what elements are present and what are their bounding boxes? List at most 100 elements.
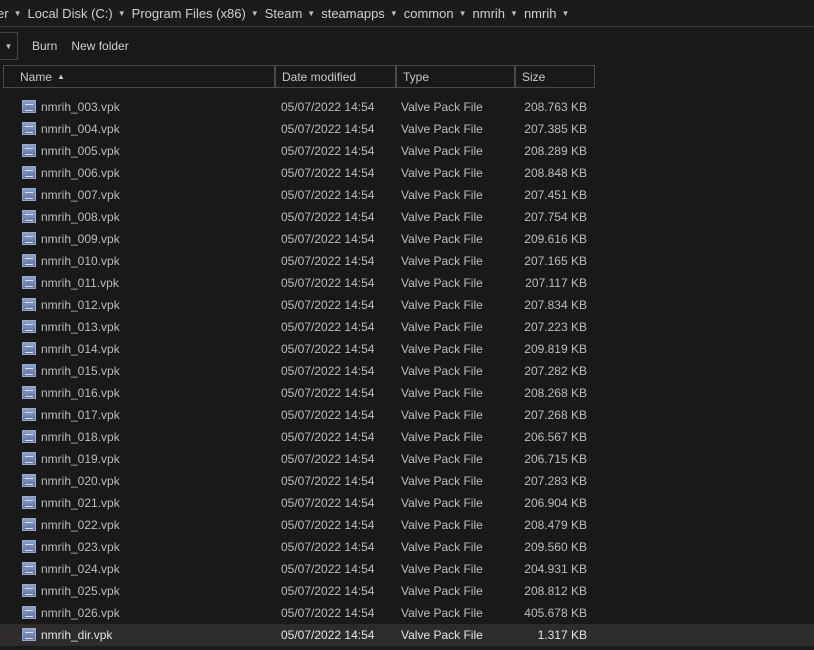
- file-row[interactable]: nmrih_020.vpk 05/07/2022 14:54 Valve Pac…: [0, 470, 814, 492]
- file-row[interactable]: nmrih_010.vpk 05/07/2022 14:54 Valve Pac…: [0, 250, 814, 272]
- chevron-down-icon[interactable]: ▼: [561, 9, 569, 18]
- file-type: Valve Pack File: [401, 144, 483, 158]
- file-type: Valve Pack File: [401, 584, 483, 598]
- column-size-label: Size: [522, 69, 546, 84]
- file-row[interactable]: nmrih_007.vpk 05/07/2022 14:54 Valve Pac…: [0, 184, 814, 206]
- file-row[interactable]: nmrih_003.vpk 05/07/2022 14:54 Valve Pac…: [0, 96, 814, 118]
- file-date: 05/07/2022 14:54: [281, 320, 375, 334]
- file-row[interactable]: nmrih_025.vpk 05/07/2022 14:54 Valve Pac…: [0, 580, 814, 602]
- column-name[interactable]: Name ▲: [3, 65, 275, 88]
- vpk-file-icon: [22, 254, 36, 267]
- vpk-file-icon: [22, 298, 36, 311]
- breadcrumb-label[interactable]: nmrih: [524, 6, 557, 21]
- file-row[interactable]: nmrih_014.vpk 05/07/2022 14:54 Valve Pac…: [0, 338, 814, 360]
- file-row[interactable]: nmrih_012.vpk 05/07/2022 14:54 Valve Pac…: [0, 294, 814, 316]
- breadcrumb-label[interactable]: Steam: [265, 6, 303, 21]
- file-size: 206.715 KB: [524, 452, 587, 466]
- file-row[interactable]: nmrih_022.vpk 05/07/2022 14:54 Valve Pac…: [0, 514, 814, 536]
- file-name: nmrih_008.vpk: [41, 210, 120, 224]
- breadcrumb-label[interactable]: Local Disk (C:): [27, 6, 112, 21]
- file-row[interactable]: nmrih_018.vpk 05/07/2022 14:54 Valve Pac…: [0, 426, 814, 448]
- file-date: 05/07/2022 14:54: [281, 606, 375, 620]
- file-size: 207.754 KB: [524, 210, 587, 224]
- file-row[interactable]: nmrih_015.vpk 05/07/2022 14:54 Valve Pac…: [0, 360, 814, 382]
- vpk-file-icon: [22, 496, 36, 509]
- file-row[interactable]: nmrih_004.vpk 05/07/2022 14:54 Valve Pac…: [0, 118, 814, 140]
- breadcrumb-item[interactable]: steamapps ▼: [321, 6, 404, 21]
- column-size[interactable]: Size: [515, 65, 595, 88]
- file-row[interactable]: nmrih_dir.vpk 05/07/2022 14:54 Valve Pac…: [0, 624, 814, 646]
- file-name: nmrih_006.vpk: [41, 166, 120, 180]
- file-list: nmrih_003.vpk 05/07/2022 14:54 Valve Pac…: [0, 96, 814, 646]
- breadcrumb-label[interactable]: common: [404, 6, 454, 21]
- file-size: 209.616 KB: [524, 232, 587, 246]
- vpk-file-icon: [22, 628, 36, 641]
- breadcrumb-item[interactable]: er ▼: [0, 6, 27, 21]
- vpk-file-icon: [22, 408, 36, 421]
- breadcrumb-item[interactable]: Program Files (x86) ▼: [132, 6, 265, 21]
- chevron-down-icon[interactable]: ▼: [307, 9, 315, 18]
- file-name: nmrih_021.vpk: [41, 496, 120, 510]
- chevron-down-icon[interactable]: ▼: [118, 9, 126, 18]
- file-row[interactable]: nmrih_017.vpk 05/07/2022 14:54 Valve Pac…: [0, 404, 814, 426]
- chevron-down-icon[interactable]: ▼: [14, 9, 22, 18]
- new-folder-button[interactable]: New folder: [71, 39, 128, 53]
- burn-button[interactable]: Burn: [32, 39, 57, 53]
- file-size: 207.385 KB: [524, 122, 587, 136]
- file-date: 05/07/2022 14:54: [281, 122, 375, 136]
- breadcrumb-item[interactable]: Steam ▼: [265, 6, 322, 21]
- organize-dropdown[interactable]: ▼: [0, 32, 18, 60]
- file-type: Valve Pack File: [401, 452, 483, 466]
- file-type: Valve Pack File: [401, 606, 483, 620]
- file-size: 207.268 KB: [524, 408, 587, 422]
- column-type[interactable]: Type: [396, 65, 515, 88]
- file-name: nmrih_003.vpk: [41, 100, 120, 114]
- file-row[interactable]: nmrih_016.vpk 05/07/2022 14:54 Valve Pac…: [0, 382, 814, 404]
- file-name: nmrih_018.vpk: [41, 430, 120, 444]
- column-date-modified[interactable]: Date modified: [275, 65, 396, 88]
- file-row[interactable]: nmrih_021.vpk 05/07/2022 14:54 Valve Pac…: [0, 492, 814, 514]
- file-row[interactable]: nmrih_008.vpk 05/07/2022 14:54 Valve Pac…: [0, 206, 814, 228]
- breadcrumb-item[interactable]: Local Disk (C:) ▼: [27, 6, 131, 21]
- breadcrumb: er ▼ Local Disk (C:) ▼ Program Files (x86) ▼ S…: [0, 0, 814, 27]
- breadcrumb-item[interactable]: nmrih ▼: [524, 6, 575, 21]
- file-row[interactable]: nmrih_019.vpk 05/07/2022 14:54 Valve Pac…: [0, 448, 814, 470]
- file-type: Valve Pack File: [401, 210, 483, 224]
- file-name: nmrih_013.vpk: [41, 320, 120, 334]
- vpk-file-icon: [22, 100, 36, 113]
- file-name: nmrih_004.vpk: [41, 122, 120, 136]
- vpk-file-icon: [22, 518, 36, 531]
- file-row[interactable]: nmrih_013.vpk 05/07/2022 14:54 Valve Pac…: [0, 316, 814, 338]
- breadcrumb-label[interactable]: nmrih: [473, 6, 506, 21]
- file-date: 05/07/2022 14:54: [281, 496, 375, 510]
- file-row[interactable]: nmrih_006.vpk 05/07/2022 14:54 Valve Pac…: [0, 162, 814, 184]
- chevron-down-icon[interactable]: ▼: [459, 9, 467, 18]
- file-row[interactable]: nmrih_024.vpk 05/07/2022 14:54 Valve Pac…: [0, 558, 814, 580]
- breadcrumb-label[interactable]: Program Files (x86): [132, 6, 246, 21]
- file-date: 05/07/2022 14:54: [281, 144, 375, 158]
- chevron-down-icon[interactable]: ▼: [390, 9, 398, 18]
- vpk-file-icon: [22, 562, 36, 575]
- breadcrumb-label[interactable]: er: [0, 6, 9, 21]
- file-name: nmrih_025.vpk: [41, 584, 120, 598]
- chevron-down-icon[interactable]: ▼: [251, 9, 259, 18]
- vpk-file-icon: [22, 320, 36, 333]
- file-row[interactable]: nmrih_023.vpk 05/07/2022 14:54 Valve Pac…: [0, 536, 814, 558]
- file-type: Valve Pack File: [401, 474, 483, 488]
- file-name: nmrih_010.vpk: [41, 254, 120, 268]
- vpk-file-icon: [22, 188, 36, 201]
- file-row[interactable]: nmrih_009.vpk 05/07/2022 14:54 Valve Pac…: [0, 228, 814, 250]
- breadcrumb-label[interactable]: steamapps: [321, 6, 385, 21]
- file-row[interactable]: nmrih_026.vpk 05/07/2022 14:54 Valve Pac…: [0, 602, 814, 624]
- file-row[interactable]: nmrih_011.vpk 05/07/2022 14:54 Valve Pac…: [0, 272, 814, 294]
- chevron-down-icon[interactable]: ▼: [510, 9, 518, 18]
- file-row[interactable]: nmrih_005.vpk 05/07/2022 14:54 Valve Pac…: [0, 140, 814, 162]
- file-type: Valve Pack File: [401, 408, 483, 422]
- file-size: 209.819 KB: [524, 342, 587, 356]
- file-date: 05/07/2022 14:54: [281, 254, 375, 268]
- column-header: Name ▲ Date modified Type Size: [3, 65, 595, 88]
- breadcrumb-item[interactable]: nmrih ▼: [473, 6, 524, 21]
- breadcrumb-item[interactable]: common ▼: [404, 6, 473, 21]
- file-type: Valve Pack File: [401, 254, 483, 268]
- vpk-file-icon: [22, 474, 36, 487]
